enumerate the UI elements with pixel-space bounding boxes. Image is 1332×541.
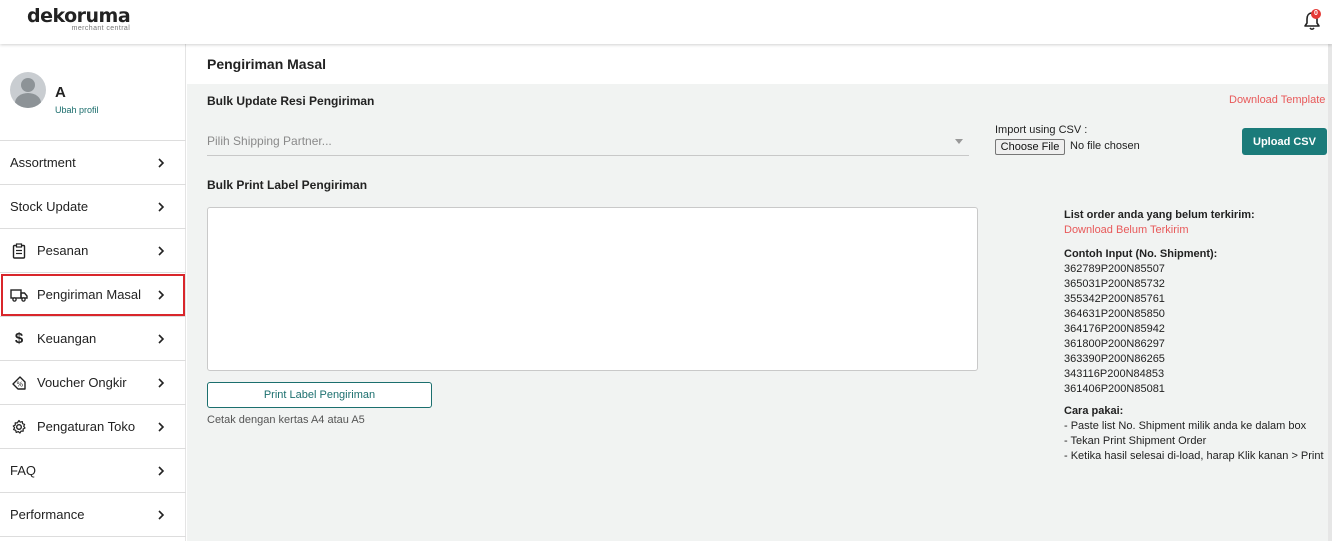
download-template-link[interactable]: Download Template (1229, 94, 1325, 106)
avatar[interactable] (10, 72, 46, 108)
sidebar-item-stock-update[interactable]: Stock Update (0, 185, 186, 229)
sidebar-item-performance[interactable]: Performance (0, 493, 186, 537)
sidebar-item-label: Stock Update (10, 199, 89, 214)
profile-name: A (55, 84, 66, 101)
sidebar-item-label: Keuangan (37, 331, 97, 346)
file-status-text: No file chosen (1070, 140, 1140, 152)
usage-title: Cara pakai: (1064, 405, 1124, 417)
shipment-numbers-textarea[interactable] (207, 207, 978, 371)
chevron-right-icon (158, 510, 165, 520)
example-shipment: 364176P200N85942 (1064, 323, 1165, 335)
sidebar-item-label: Pesanan (37, 243, 89, 258)
example-shipment: 365031P200N85732 (1064, 278, 1165, 290)
instructions-panel: List order anda yang belum terkirim: Dow… (1064, 208, 1332, 464)
sidebar-item-pesanan[interactable]: Pesanan (0, 229, 186, 273)
page-title: Pengiriman Masal (207, 56, 327, 72)
caret-down-icon (955, 139, 963, 144)
main-content: Pengiriman Masal Bulk Update Resi Pengir… (187, 44, 1332, 541)
sidebar-item-voucher-ongkir[interactable]: % Voucher Ongkir (0, 361, 186, 405)
dollar-icon: $ (14, 330, 24, 347)
print-paper-note: Cetak dengan kertas A4 atau A5 (207, 414, 365, 426)
chevron-right-icon (158, 422, 165, 432)
example-shipment: 355342P200N85761 (1064, 293, 1165, 305)
chevron-right-icon (158, 246, 165, 256)
example-shipment: 364631P200N85850 (1064, 308, 1165, 320)
example-shipment: 343116P200N84853 (1064, 368, 1165, 380)
print-label-button[interactable]: Print Label Pengiriman (207, 382, 432, 408)
shipping-partner-select[interactable]: Pilih Shipping Partner... (207, 128, 969, 156)
example-shipment: 362789P200N85507 (1064, 263, 1165, 275)
bulk-print-title: Bulk Print Label Pengiriman (207, 178, 368, 192)
usage-step: - Paste list No. Shipment milik anda ke … (1064, 420, 1307, 432)
example-shipment: 363390P200N86265 (1064, 353, 1165, 365)
usage-step: - Tekan Print Shipment Order (1064, 435, 1207, 447)
chevron-right-icon (158, 202, 165, 212)
sidebar-item-assortment[interactable]: Assortment (0, 141, 186, 185)
brand-name: dekoruma (27, 5, 131, 27)
import-csv-label: Import using CSV : (995, 124, 1088, 136)
sidebar-item-label: Pengiriman Masal (37, 287, 142, 302)
sidebar-item-pengiriman-masal[interactable]: Pengiriman Masal (0, 273, 186, 317)
sidebar-item-faq[interactable]: FAQ (0, 449, 186, 493)
chevron-right-icon (158, 466, 165, 476)
voucher-tag-icon: % (10, 374, 28, 392)
download-pending-link[interactable]: Download Belum Terkirim (1064, 223, 1332, 238)
brand-logo[interactable]: dekoruma merchant central (27, 5, 131, 33)
gear-icon (10, 418, 28, 436)
profile-section: A Ubah profil (0, 44, 186, 141)
sidebar-item-label: Voucher Ongkir (37, 375, 127, 390)
sidebar: A Ubah profil Assortment Stock Update Pe… (0, 44, 186, 541)
bulk-update-title: Bulk Update Resi Pengiriman (207, 94, 375, 108)
sidebar-item-label: Assortment (10, 155, 76, 170)
edit-profile-link[interactable]: Ubah profil (55, 105, 99, 115)
page-header: Pengiriman Masal (187, 44, 1332, 84)
sidebar-item-pengaturan-toko[interactable]: Pengaturan Toko (0, 405, 186, 449)
shipping-partner-placeholder: Pilih Shipping Partner... (207, 134, 332, 148)
example-input-title: Contoh Input (No. Shipment): (1064, 248, 1218, 260)
pending-orders-title: List order anda yang belum terkirim: (1064, 209, 1255, 221)
sidebar-item-label: Pengaturan Toko (37, 419, 136, 434)
brand-subtitle: merchant central (71, 25, 131, 32)
sidebar-item-label: Performance (10, 507, 85, 522)
chevron-right-icon (158, 378, 165, 388)
notification-badge: 0 (1311, 9, 1321, 19)
chevron-right-icon (158, 158, 165, 168)
svg-text:%: % (17, 380, 24, 388)
choose-file-button[interactable]: Choose File (995, 139, 1065, 155)
sidebar-item-keuangan[interactable]: $ Keuangan (0, 317, 186, 361)
upload-csv-button[interactable]: Upload CSV (1242, 128, 1327, 155)
top-bar: dekoruma merchant central 0 (0, 0, 1332, 44)
chevron-right-icon (158, 290, 165, 300)
scrollbar[interactable] (1328, 44, 1332, 541)
sidebar-item-label: FAQ (10, 463, 37, 478)
truck-icon (10, 286, 28, 304)
sidebar-menu: Assortment Stock Update Pesanan Pengirim… (0, 141, 186, 537)
example-shipment: 361406P200N85081 (1064, 383, 1165, 395)
usage-step: - Ketika hasil selesai di-load, harap Kl… (1064, 450, 1324, 462)
chevron-right-icon (158, 334, 165, 344)
example-shipment: 361800P200N86297 (1064, 338, 1165, 350)
clipboard-icon (10, 242, 28, 260)
